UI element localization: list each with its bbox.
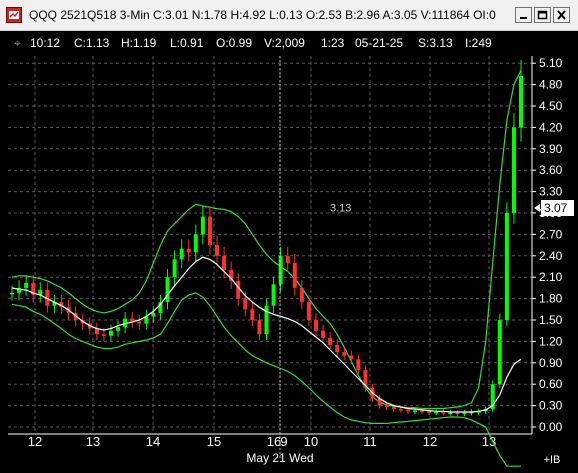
price-bar-body [384, 405, 389, 408]
x-axis: 12 13 14 15 16 9 10 11 12 13May 21 Wed +IB [28, 434, 561, 466]
chart-area[interactable]: ⌖ 10:12 C:1.13 H:1.19 L:0.91 O:0.99 V:2,… [0, 31, 578, 473]
price-bar-body [116, 327, 121, 331]
y-tick-label: 1.80 [539, 292, 563, 306]
close-button[interactable] [553, 7, 570, 23]
y-tick-label: 0.30 [539, 399, 563, 413]
price-bar-body [130, 318, 135, 322]
price-bar-body [412, 410, 417, 413]
y-tick-label: 1.50 [539, 313, 563, 327]
window-title: QQQ 2521Q518 3-Min C:3.01 N:1.78 H:4.92 … [29, 8, 496, 22]
axis-corner-label: +IB [544, 454, 561, 466]
price-chart[interactable]: 0.00 0.30 0.60 0.90 1.20 1.50 1.80 2.10 2.40 2.70… [0, 31, 578, 473]
price-bar-body [356, 359, 361, 370]
price-bar-body [278, 255, 283, 285]
price-bar-body [215, 245, 220, 256]
price-bar-body [165, 277, 170, 303]
price-bar-body [207, 216, 212, 246]
price-bar-body [108, 330, 113, 336]
title-bar[interactable]: QQQ 2521Q518 3-Min C:3.01 N:1.78 H:4.92 … [0, 0, 578, 31]
x-tick-label: 11 [363, 434, 377, 449]
cursor-value-label: 3.13 [330, 203, 351, 215]
x-tick-label: 12 [28, 434, 42, 449]
x-tick-label: 13 [482, 434, 496, 449]
price-bar-body [420, 410, 425, 413]
bollinger-bands [11, 70, 522, 467]
close-icon [557, 10, 566, 20]
y-tick-label: 3.60 [539, 163, 563, 177]
upper-band-line [11, 70, 522, 410]
x-tick-label: 15 [207, 434, 221, 449]
price-bar-body [250, 309, 255, 320]
y-tick-label: 2.10 [539, 270, 563, 284]
x-tick-label: 10 [304, 434, 318, 449]
price-bar-body [172, 259, 177, 278]
price-bar-body [342, 352, 347, 356]
price-bar-body [186, 248, 191, 253]
y-tick-label: 0.60 [539, 377, 563, 391]
x-tick-label: 14 [146, 434, 160, 449]
y-tick-label: 4.80 [539, 78, 563, 92]
y-tick-label: 1.20 [539, 334, 563, 348]
y-axis: 0.00 0.30 0.60 0.90 1.20 1.50 1.80 2.10 2.40 2.70… [532, 56, 563, 434]
price-bar-body [328, 337, 333, 345]
y-tick-label: 2.70 [539, 227, 563, 241]
price-bar-body [24, 282, 29, 288]
price-bar-body [427, 411, 432, 413]
price-bar-body [179, 248, 184, 260]
price-bar-body [10, 292, 14, 295]
minimize-icon [520, 17, 527, 19]
x-tick-label: 12 [423, 434, 437, 449]
price-bar-body [504, 213, 509, 320]
price-bar-body [335, 344, 340, 353]
chart-overlay: 3.13 3.07 [279, 56, 574, 460]
price-bar-body [257, 320, 262, 335]
y-tick-label: 3.30 [539, 185, 563, 199]
price-bar-body [299, 287, 304, 303]
price-bar-body [462, 412, 467, 415]
y-tick-label: 0.90 [539, 356, 563, 370]
x-tick-label: 16 [267, 434, 281, 449]
price-bar-body [222, 255, 227, 271]
price-bar-body [200, 216, 205, 235]
price-bar-body [405, 409, 410, 412]
price-bar-body [292, 262, 297, 288]
price-bar-body [243, 298, 248, 310]
y-tick-label: 4.50 [539, 99, 563, 113]
last-price-arrow [534, 204, 540, 213]
price-bar-body [455, 412, 460, 415]
chart-app-icon[interactable] [6, 7, 22, 23]
price-bar-body [101, 334, 106, 336]
minimize-button[interactable] [515, 7, 532, 23]
price-bar-body [441, 412, 446, 414]
y-tick-label: 0.00 [539, 420, 563, 434]
x-tick-label: 9 [280, 434, 287, 449]
last-price-label: 3.07 [544, 201, 568, 215]
y-tick-label: 3.90 [539, 142, 563, 156]
x-tick-label: 13 [86, 434, 100, 449]
price-bar-body [271, 284, 276, 306]
price-bar-body [321, 330, 326, 338]
price-bar-body [497, 320, 502, 385]
price-bar-body [313, 320, 318, 331]
price-bar-body [151, 312, 156, 317]
price-bar-body [285, 255, 290, 263]
price-bar-body [434, 412, 439, 414]
y-tick-label: 4.20 [539, 120, 563, 134]
price-bar-body [519, 76, 523, 128]
price-bar-body [193, 234, 198, 253]
price-bar-body [306, 302, 311, 320]
price-bar-body [448, 412, 453, 415]
y-tick-label: 2.40 [539, 249, 563, 263]
price-bar-body [349, 355, 354, 360]
price-bar-body [391, 407, 396, 410]
y-tick-label: 5.10 [539, 56, 563, 70]
grid-lines [8, 56, 533, 435]
maximize-button[interactable] [534, 7, 551, 23]
maximize-icon [537, 10, 548, 20]
price-bar-body [137, 321, 142, 324]
price-bar-body [398, 409, 403, 411]
price-bar-body [511, 127, 516, 213]
